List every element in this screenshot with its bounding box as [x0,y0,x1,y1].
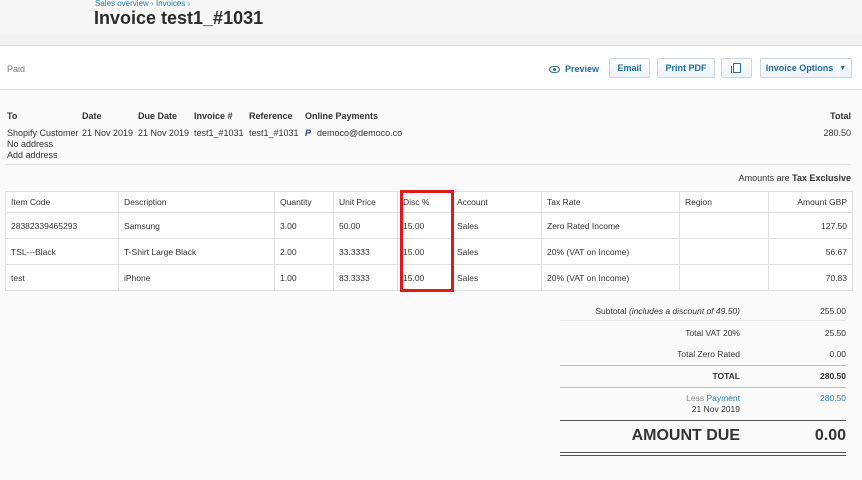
breadcrumb: Sales overview › Invoices › [95,0,190,8]
breadcrumb-separator: › [187,0,191,8]
due-date-header: Due Date [138,111,178,121]
cell-quantity[interactable]: 1.00 [274,264,334,291]
cell-region[interactable] [679,212,769,239]
tax-mode[interactable]: Tax Exclusive [792,173,851,183]
zero-rated-value: 0.00 [829,349,846,359]
cell-description[interactable]: Samsung [118,212,275,239]
divider [5,164,851,165]
subtotal-value: 255.00 [820,306,846,316]
cell-unit-price[interactable]: 33.3333 [333,238,398,265]
cell-quantity[interactable]: 2.00 [274,238,334,265]
col-account: Account [451,191,542,213]
invoice-number-header: Invoice # [194,111,233,121]
invoice-options-label: Invoice Options [765,63,834,73]
payment-date: 21 Nov 2019 [691,404,740,414]
top-header: Sales overview › Invoices › Invoice test… [0,0,862,34]
copy-icon [730,63,741,73]
cell-region[interactable] [679,264,769,291]
print-pdf-button[interactable]: Print PDF [657,58,715,78]
col-unit-price: Unit Price [333,191,398,213]
online-payments-header: Online Payments [305,111,379,121]
divider [560,387,846,388]
amounts-note: Amounts are Tax Exclusive [739,173,851,183]
cell-description[interactable]: iPhone [118,264,275,291]
cell-tax-rate[interactable]: 20% (VAT on Income) [541,238,680,265]
cell-unit-price[interactable]: 83.3333 [333,264,398,291]
total-header: Total [830,111,851,121]
online-payment: Pdemoco@democo.co [305,128,402,138]
divider [560,452,846,453]
divider [560,455,846,456]
cell-account[interactable]: Sales [451,212,542,239]
invoice-date: 21 Nov 2019 [82,128,134,138]
vat-label: Total VAT 20% [685,328,740,338]
invoice-number: test1_#1031 [194,128,244,138]
col-region: Region [679,191,769,213]
total-label: TOTAL [712,371,740,381]
cell-item-code[interactable]: TSL---Black [5,238,119,265]
date-header: Date [82,111,102,121]
cell-tax-rate[interactable]: Zero Rated Income [541,212,680,239]
total-value: 280.50 [823,128,851,138]
cell-tax-rate[interactable]: 20% (VAT on Income) [541,264,680,291]
due-date: 21 Nov 2019 [138,128,190,138]
payment-label: Less Payment [686,393,740,403]
cell-quantity[interactable]: 3.00 [274,212,334,239]
to-header: To [7,111,18,121]
divider [560,420,846,421]
subtotal-label: Subtotal (includes a discount of 49.50) [595,306,740,316]
breadcrumb-separator: › [151,0,154,8]
cell-amount[interactable]: 70.83 [768,264,853,291]
col-tax-rate: Tax Rate [541,191,680,213]
cell-description[interactable]: T-Shirt Large Black [118,238,275,265]
divider [560,365,846,366]
page-title: Invoice test1_#1031 [94,8,264,28]
cell-unit-price[interactable]: 50.00 [333,212,398,239]
col-item-code: Item Code [5,191,119,213]
customer-address: No address [7,139,54,149]
add-address-link[interactable]: Add address [7,150,58,160]
chevron-down-icon: ▼ [839,64,847,72]
amount-due-label: AMOUNT DUE [631,427,740,444]
col-description: Description [118,191,275,213]
breadcrumb-invoices[interactable]: Invoices [156,0,185,8]
col-amount: Amount GBP [768,191,853,213]
preview-button[interactable]: Preview [549,64,599,74]
amount-due-value: 0.00 [814,427,846,444]
cell-amount[interactable]: 127.50 [768,212,853,239]
cell-item-code[interactable]: 28382339465293 [5,212,119,239]
invoice-options-button[interactable]: Invoice Options ▼ [760,58,852,78]
zero-rated-label: Total Zero Rated [677,349,740,359]
paypal-icon: P [305,128,312,138]
status-badge: Paid [7,64,26,74]
reference-value: test1_#1031 [249,128,299,138]
col-quantity: Quantity [274,191,334,213]
email-button[interactable]: Email [609,58,650,78]
invoice-card: Paid Preview Email Print PDF Invoice Opt… [0,45,862,480]
reference-header: Reference [249,111,293,121]
payment-value[interactable]: 280.50 [820,393,846,403]
cell-amount[interactable]: 56.67 [768,238,853,265]
disc-column-highlight [400,190,454,292]
cell-region[interactable] [679,238,769,265]
eye-icon [549,65,560,73]
breadcrumb-sales-overview[interactable]: Sales overview [95,0,149,8]
amounts-note-prefix: Amounts are [738,173,790,183]
copy-button[interactable] [721,58,752,78]
cell-account[interactable]: Sales [451,264,542,291]
divider [560,320,846,321]
cell-item-code[interactable]: test [5,264,119,291]
customer-link[interactable]: Shopify Customer [7,128,79,138]
vat-value: 25.50 [824,328,846,338]
online-payment-email: democo@democo.co [317,128,403,138]
total-row-value: 280.50 [820,371,846,381]
preview-label: Preview [565,64,600,74]
status-bar: Paid Preview Email Print PDF Invoice Opt… [0,46,862,90]
cell-account[interactable]: Sales [451,238,542,265]
payment-link[interactable]: Payment [706,393,740,403]
